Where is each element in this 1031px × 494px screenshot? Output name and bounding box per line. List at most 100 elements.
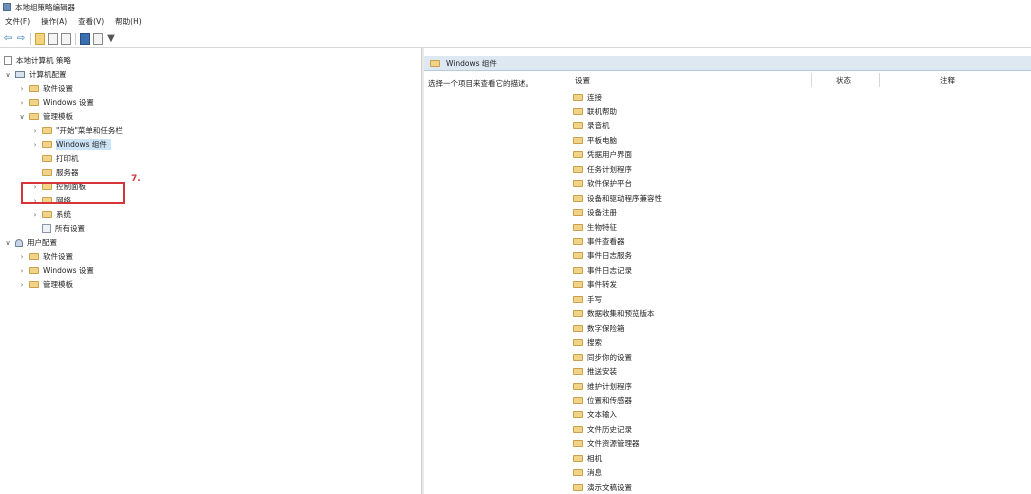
list-item[interactable]: 演示文稿设置 (573, 480, 632, 494)
tree-item-local-policy[interactable]: 本地计算机 策略 (4, 54, 71, 67)
policy-icon (4, 56, 12, 65)
menu-help[interactable]: 帮助(H) (115, 16, 142, 27)
folder-icon (573, 151, 583, 159)
folder-icon (573, 223, 583, 231)
column-header-setting[interactable]: 设置 (575, 75, 590, 87)
list-item-label: 手写 (587, 294, 602, 304)
list-item-label: 事件日志记录 (587, 265, 632, 275)
list-item-label: 设备和驱动程序兼容性 (587, 193, 662, 203)
folder-icon (29, 85, 39, 92)
list-item[interactable]: 相机 (573, 451, 602, 465)
chevron-down-icon[interactable]: ∨ (18, 113, 26, 121)
folder-icon (42, 127, 52, 134)
chevron-right-icon[interactable]: › (18, 85, 26, 93)
menu-action[interactable]: 操作(A) (41, 16, 67, 27)
list-item[interactable]: 数据收集和预览版本 (573, 307, 655, 321)
list-item-label: 消息 (587, 468, 602, 478)
list-item-label: 数据收集和预览版本 (587, 309, 655, 319)
list-item[interactable]: 文本输入 (573, 408, 617, 422)
folder-icon (573, 469, 583, 477)
list-item[interactable]: 联机帮助 (573, 105, 617, 119)
back-icon[interactable]: ⇦ (3, 33, 13, 45)
filter-icon[interactable]: ▼ (106, 33, 116, 45)
menu-file[interactable]: 文件(F) (5, 16, 30, 27)
chevron-down-icon[interactable]: ∨ (4, 71, 12, 79)
menu-view[interactable]: 查看(V) (78, 16, 104, 27)
chevron-right-icon[interactable]: › (18, 253, 26, 261)
list-item[interactable]: 设备注册 (573, 206, 617, 220)
tree-item-server[interactable]: 服务器 (42, 166, 79, 179)
list-item[interactable]: 消息 (573, 466, 602, 480)
folder-icon (573, 440, 583, 448)
list-item[interactable]: 事件日志记录 (573, 263, 632, 277)
list-item[interactable]: 平板电脑 (573, 133, 617, 147)
list-item-label: 生物特征 (587, 222, 617, 232)
folder-icon (573, 396, 583, 404)
tree-item-user-admin-templates[interactable]: › 管理模板 (18, 278, 73, 291)
tree-item-user-config[interactable]: ∨ 用户配置 (4, 236, 57, 249)
list-item[interactable]: 软件保护平台 (573, 177, 632, 191)
folder-icon (29, 267, 39, 274)
chevron-right-icon[interactable]: › (31, 211, 39, 219)
tree-item-user-software-settings[interactable]: › 软件设置 (18, 250, 73, 263)
list-item[interactable]: 同步你的设置 (573, 350, 632, 364)
folder-icon (573, 93, 583, 101)
app-icon (3, 3, 11, 11)
up-folder-icon[interactable] (35, 32, 45, 45)
folder-icon (573, 295, 583, 303)
column-header-state[interactable]: 状态 (836, 75, 851, 87)
list-item[interactable]: 文件历史记录 (573, 422, 632, 436)
list-item[interactable]: 连接 (573, 90, 602, 104)
list-item-label: 任务计划程序 (587, 164, 632, 174)
properties-icon[interactable] (93, 32, 103, 45)
list-item[interactable]: 设备和驱动程序兼容性 (573, 191, 662, 205)
chevron-right-icon[interactable]: › (31, 141, 39, 149)
list-item[interactable]: 推送安装 (573, 365, 617, 379)
help-icon[interactable] (80, 32, 90, 45)
tree-item-user-windows-settings[interactable]: › Windows 设置 (18, 264, 94, 277)
list-item[interactable]: 录音机 (573, 119, 610, 133)
computer-icon (15, 71, 25, 78)
list-item-label: 设备注册 (587, 208, 617, 218)
export-list-icon[interactable] (61, 32, 71, 45)
column-divider[interactable] (879, 73, 880, 87)
details-header: Windows 组件 (424, 56, 1031, 71)
list-item-label: 凭据用户界面 (587, 150, 632, 160)
list-item[interactable]: 生物特征 (573, 220, 617, 234)
list-item[interactable]: 事件查看器 (573, 235, 625, 249)
chevron-right-icon[interactable]: › (18, 281, 26, 289)
tree-item-windows-settings[interactable]: › Windows 设置 (18, 96, 94, 109)
chevron-right-icon[interactable]: › (18, 267, 26, 275)
tree-item-admin-templates[interactable]: ∨ 管理模板 (18, 110, 73, 123)
list-item[interactable]: 搜索 (573, 336, 602, 350)
chevron-right-icon[interactable]: › (31, 127, 39, 135)
tree-item-start-menu[interactable]: › "开始"菜单和任务栏 (31, 124, 123, 137)
tree-item-all-settings[interactable]: 所有设置 (42, 222, 85, 235)
column-divider[interactable] (811, 73, 812, 87)
show-hide-tree-icon[interactable] (48, 32, 58, 45)
list-item[interactable]: 事件转发 (573, 278, 617, 292)
forward-icon[interactable]: ⇨ (16, 33, 26, 45)
chevron-right-icon[interactable]: › (18, 99, 26, 107)
folder-icon (42, 141, 52, 148)
list-item[interactable]: 事件日志服务 (573, 249, 632, 263)
tree-item-printers[interactable]: 打印机 (42, 152, 79, 165)
tree-item-computer-config[interactable]: ∨ 计算机配置 (4, 68, 66, 81)
list-item[interactable]: 位置和传感器 (573, 393, 632, 407)
list-item[interactable]: 任务计划程序 (573, 162, 632, 176)
column-header-comment[interactable]: 注释 (940, 75, 955, 87)
folder-icon (573, 180, 583, 188)
list-item[interactable]: 文件资源管理器 (573, 437, 640, 451)
list-item[interactable]: 数字保险箱 (573, 321, 625, 335)
list-item-label: 演示文稿设置 (587, 482, 632, 492)
list-item-label: 文件历史记录 (587, 424, 632, 434)
chevron-down-icon[interactable]: ∨ (4, 239, 12, 247)
list-item[interactable]: 维护计划程序 (573, 379, 632, 393)
folder-icon (573, 324, 583, 332)
list-item[interactable]: 凭据用户界面 (573, 148, 632, 162)
tree-item-software-settings[interactable]: › 软件设置 (18, 82, 73, 95)
folder-icon (573, 368, 583, 376)
tree-item-system[interactable]: › 系统 (31, 208, 71, 221)
tree-item-windows-components[interactable]: › Windows 组件 (31, 138, 111, 151)
list-item[interactable]: 手写 (573, 292, 602, 306)
